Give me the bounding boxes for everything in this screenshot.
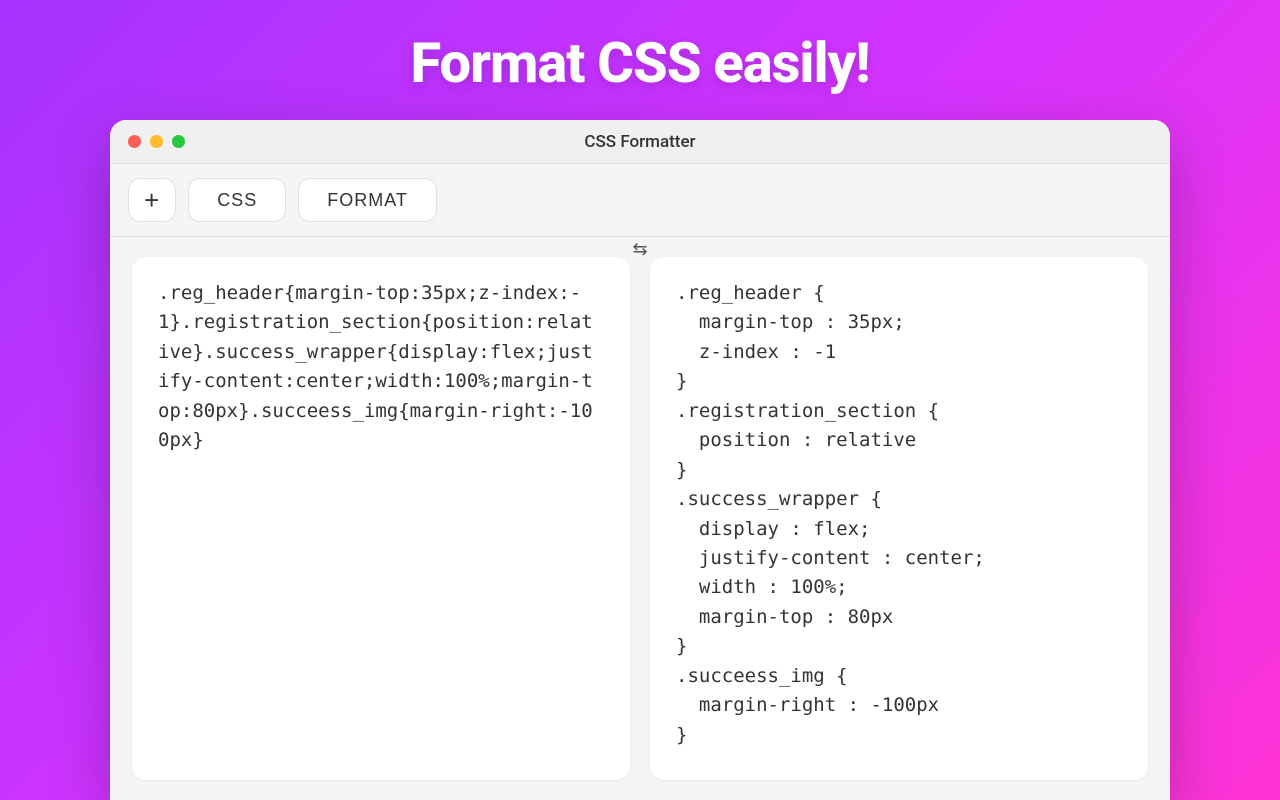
css-tab-button[interactable]: CSS <box>188 178 286 222</box>
app-window: CSS Formatter + CSS FORMAT ⇆ .reg_header… <box>110 120 1170 800</box>
maximize-icon[interactable] <box>172 135 185 148</box>
output-code-panel[interactable]: .reg_header { margin-top : 35px; z-index… <box>650 257 1148 780</box>
content-area: ⇆ .reg_header{margin-top:35px;z-index:-1… <box>110 237 1170 800</box>
toolbar: + CSS FORMAT <box>110 164 1170 237</box>
window-titlebar: CSS Formatter <box>110 120 1170 164</box>
window-title: CSS Formatter <box>110 132 1170 152</box>
minimize-icon[interactable] <box>150 135 163 148</box>
traffic-lights <box>110 135 185 148</box>
hero-title: Format CSS easily! <box>0 0 1280 96</box>
format-button[interactable]: FORMAT <box>298 178 437 222</box>
plus-icon: + <box>144 187 160 213</box>
swap-icon[interactable]: ⇆ <box>632 239 647 260</box>
input-code-panel[interactable]: .reg_header{margin-top:35px;z-index:-1}.… <box>132 257 630 780</box>
add-button[interactable]: + <box>128 178 176 222</box>
close-icon[interactable] <box>128 135 141 148</box>
